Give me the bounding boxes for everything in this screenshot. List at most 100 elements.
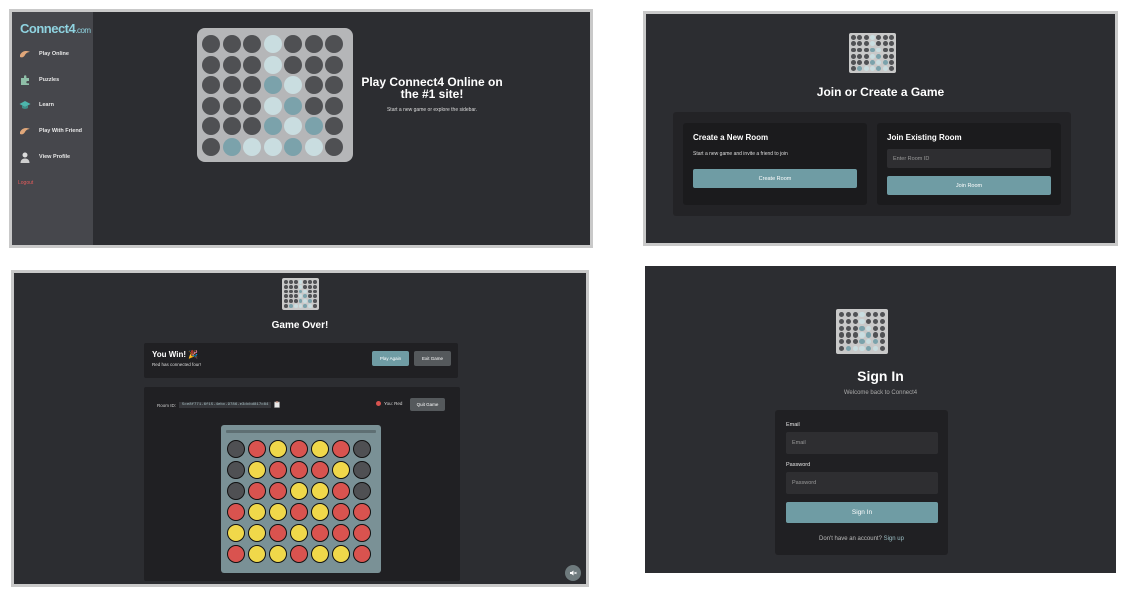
empty-slot[interactable] (202, 137, 220, 156)
light-piece[interactable] (284, 117, 302, 135)
red-piece[interactable] (353, 545, 371, 563)
red-piece[interactable] (332, 503, 350, 521)
light-piece[interactable] (263, 55, 282, 74)
email-field[interactable]: Email (786, 432, 938, 454)
empty-slot[interactable] (304, 35, 323, 53)
teal-piece[interactable] (263, 117, 282, 135)
yellow-piece[interactable] (290, 482, 308, 500)
drop-zone-bar[interactable] (226, 430, 376, 433)
teal-piece[interactable] (284, 137, 302, 156)
empty-slot[interactable] (202, 35, 220, 53)
red-piece[interactable] (332, 482, 350, 500)
red-piece[interactable] (227, 545, 245, 563)
quit-game-button[interactable]: Quit Game (410, 398, 445, 411)
red-piece[interactable] (311, 461, 329, 479)
red-piece[interactable] (332, 524, 350, 542)
clipboard-icon[interactable] (274, 401, 281, 409)
empty-slot[interactable] (325, 96, 343, 115)
empty-slot[interactable] (222, 35, 241, 53)
empty-slot[interactable] (243, 117, 261, 135)
red-piece[interactable] (290, 503, 308, 521)
yellow-piece[interactable] (269, 503, 287, 521)
light-piece[interactable] (263, 35, 282, 53)
empty-slot[interactable] (243, 76, 261, 94)
light-piece[interactable] (263, 96, 282, 115)
empty-slot[interactable] (304, 55, 323, 74)
empty-slot[interactable] (243, 55, 261, 74)
empty-slot[interactable] (353, 440, 371, 458)
empty-slot[interactable] (222, 117, 241, 135)
empty-slot[interactable] (304, 76, 323, 94)
exit-game-button[interactable]: Exit Game (414, 351, 451, 366)
red-piece[interactable] (311, 524, 329, 542)
yellow-piece[interactable] (311, 440, 329, 458)
sidebar-item-view-profile[interactable]: View Profile (18, 150, 70, 164)
empty-slot[interactable] (222, 76, 241, 94)
join-room-button[interactable]: Join Room (887, 176, 1051, 195)
sidebar-item-puzzles[interactable]: Puzzles (18, 73, 59, 87)
empty-slot[interactable] (227, 482, 245, 500)
light-piece[interactable] (243, 137, 261, 156)
red-piece[interactable] (290, 440, 308, 458)
red-piece[interactable] (248, 482, 266, 500)
empty-slot[interactable] (222, 55, 241, 74)
light-piece[interactable] (263, 137, 282, 156)
red-piece[interactable] (269, 482, 287, 500)
empty-slot[interactable] (325, 55, 343, 74)
site-logo[interactable]: Connect4.com (20, 21, 91, 36)
yellow-piece[interactable] (332, 461, 350, 479)
red-piece[interactable] (332, 440, 350, 458)
teal-piece[interactable] (263, 76, 282, 94)
teal-piece[interactable] (284, 96, 302, 115)
yellow-piece[interactable] (248, 524, 266, 542)
empty-slot[interactable] (202, 55, 220, 74)
yellow-piece[interactable] (290, 524, 308, 542)
red-piece[interactable] (353, 503, 371, 521)
light-piece[interactable] (284, 76, 302, 94)
empty-slot[interactable] (202, 117, 220, 135)
red-piece[interactable] (248, 440, 266, 458)
empty-slot[interactable] (227, 461, 245, 479)
empty-slot[interactable] (284, 55, 302, 74)
yellow-piece[interactable] (227, 524, 245, 542)
empty-slot[interactable] (325, 137, 343, 156)
teal-piece[interactable] (222, 137, 241, 156)
password-field[interactable]: Password (786, 472, 938, 494)
logout-link[interactable]: Logout (18, 180, 33, 186)
yellow-piece[interactable] (269, 440, 287, 458)
create-room-button[interactable]: Create Room (693, 169, 857, 188)
sound-toggle-button[interactable] (565, 565, 581, 581)
empty-slot[interactable] (227, 440, 245, 458)
sign-up-link[interactable]: Sign up (884, 536, 904, 542)
empty-slot[interactable] (353, 461, 371, 479)
play-again-button[interactable]: Play Again (372, 351, 409, 366)
red-piece[interactable] (227, 503, 245, 521)
red-piece[interactable] (290, 545, 308, 563)
empty-slot[interactable] (222, 96, 241, 115)
red-piece[interactable] (269, 524, 287, 542)
red-piece[interactable] (353, 524, 371, 542)
teal-piece[interactable] (304, 117, 323, 135)
empty-slot[interactable] (202, 76, 220, 94)
red-piece[interactable] (290, 461, 308, 479)
yellow-piece[interactable] (269, 545, 287, 563)
sidebar-item-play-with-friend[interactable]: Play With Friend (18, 124, 82, 138)
light-piece[interactable] (304, 137, 323, 156)
empty-slot[interactable] (353, 482, 371, 500)
room-id-input[interactable]: Enter Room ID (887, 149, 1051, 168)
yellow-piece[interactable] (311, 482, 329, 500)
empty-slot[interactable] (304, 96, 323, 115)
empty-slot[interactable] (284, 35, 302, 53)
empty-slot[interactable] (243, 96, 261, 115)
yellow-piece[interactable] (248, 545, 266, 563)
yellow-piece[interactable] (332, 545, 350, 563)
sidebar-item-learn[interactable]: Learn (18, 98, 54, 112)
red-piece[interactable] (269, 461, 287, 479)
yellow-piece[interactable] (248, 461, 266, 479)
yellow-piece[interactable] (311, 545, 329, 563)
yellow-piece[interactable] (311, 503, 329, 521)
empty-slot[interactable] (325, 76, 343, 94)
empty-slot[interactable] (243, 35, 261, 53)
yellow-piece[interactable] (248, 503, 266, 521)
empty-slot[interactable] (325, 117, 343, 135)
